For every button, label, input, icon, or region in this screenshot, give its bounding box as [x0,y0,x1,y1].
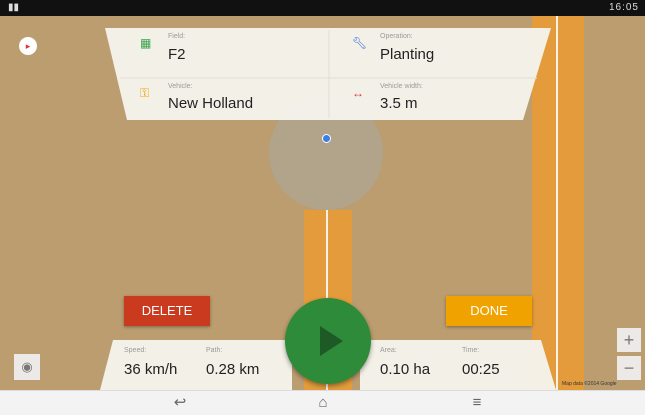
area-value: 0.10 ha [380,361,431,378]
status-bar: ▮▮ 16:05 [0,0,645,16]
speed-value: 36 km/h [124,361,178,378]
area-label: Area: [380,347,397,354]
back-icon[interactable]: ↩ [160,393,200,413]
app-icon: ▮▮ [8,2,20,13]
width-label: Vehicle width: [380,83,423,90]
path-label: Path: [206,347,223,354]
time-label: Time: [462,347,480,354]
width-value: 3.5 m [380,95,418,112]
info-panel-bg [105,28,551,120]
operation-value: Planting [380,46,435,63]
wrench-icon: 🔧︎ [352,36,368,50]
status-time: 16:05 [608,2,639,13]
key-icon: ⚿ [140,86,150,100]
speed-label: Speed: [124,347,147,354]
width-arrows-icon: ↔ [352,86,364,100]
done-button[interactable]: DONE [446,296,532,326]
field-value: F2 [168,46,186,63]
navigation-bar: ↩ ⌂ ≡ [0,390,645,415]
time-value: 00:25 [462,361,500,378]
operation-label: Operation: [380,33,413,40]
field-icon: ▦ [140,36,152,50]
path-value: 0.28 km [206,361,260,378]
menu-icon[interactable]: ≡ [457,393,497,413]
play-icon [320,326,343,356]
gps-position-dot [322,134,331,143]
vehicle-label: Vehicle: [168,83,193,90]
vehicle-value: New Holland [168,95,254,112]
play-button[interactable] [285,298,371,384]
delete-button[interactable]: DELETE [124,296,210,326]
field-label: Field: [168,33,186,40]
home-icon[interactable]: ⌂ [303,393,343,413]
